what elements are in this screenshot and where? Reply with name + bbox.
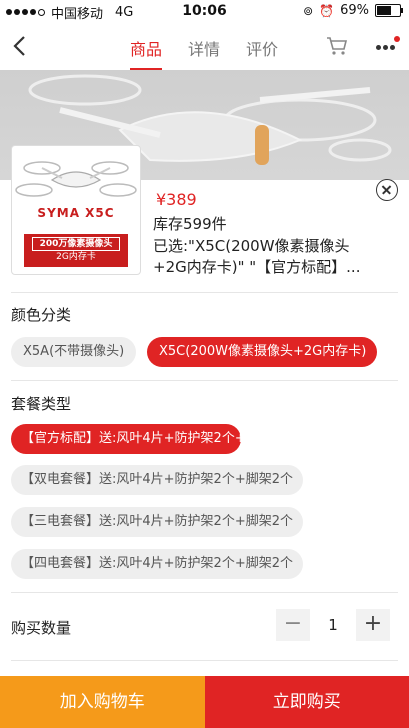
divider (11, 380, 398, 381)
battery-icon (375, 4, 403, 17)
increase-quantity-button[interactable]: + (356, 609, 390, 641)
product-price: ¥389 (156, 190, 197, 209)
color-section-title: 颜色分类 (11, 306, 72, 324)
divider (11, 592, 398, 593)
status-bar: 中国移动 4G 10:06 ⊚ ⏰ 69% (0, 0, 409, 22)
close-icon[interactable] (376, 179, 398, 201)
decrease-quantity-button[interactable]: − (276, 609, 310, 641)
divider (11, 660, 398, 661)
tab-reviews[interactable]: 评价 (246, 36, 278, 70)
selected-options: 已选:"X5C(200W像素摄像头+2G内存卡)" "【官方标配】... (153, 237, 361, 276)
add-to-cart-button[interactable]: 加入购物车 (0, 676, 205, 728)
status-right: ⊚ ⏰ 69% (303, 3, 403, 18)
bottom-action-bar: 加入购物车 立即购买 (0, 676, 409, 728)
quantity-label: 购买数量 (11, 619, 72, 637)
package-option-double-battery[interactable]: 【双电套餐】送:风叶4片+防护架2个+脚架2个 (11, 465, 303, 495)
color-option-x5c[interactable]: X5C(200W像素摄像头+2G内存卡) (147, 337, 377, 367)
top-navigation: 商品 详情 评价 (0, 22, 409, 70)
drone-thumbnail-image (15, 161, 137, 197)
tab-details[interactable]: 详情 (188, 36, 220, 70)
package-option-triple-battery[interactable]: 【三电套餐】送:风叶4片+防护架2个+脚架2个 (11, 507, 303, 537)
cart-icon[interactable] (325, 34, 349, 58)
thumbnail-banner-line2: 2G内存卡 (56, 252, 96, 262)
thumbnail-banner-line1: 200万像素摄像头 (32, 237, 120, 251)
tab-bar: 商品 详情 评价 (130, 36, 278, 70)
more-menu-icon[interactable] (374, 36, 400, 56)
tab-product[interactable]: 商品 (130, 36, 163, 70)
package-option-official[interactable]: 【官方标配】送:风叶4片+防护架2个+脚架2个 (11, 424, 293, 454)
buy-now-button[interactable]: 立即购买 (204, 676, 409, 728)
quantity-value[interactable]: 1 (310, 616, 356, 634)
battery-percent: 69% (340, 3, 369, 18)
thumbnail-model-name: SYMA X5C (37, 206, 115, 220)
lock-rotation-icon: ⊚ (303, 3, 314, 18)
color-option-x5a[interactable]: X5A(不带摄像头) (11, 337, 137, 367)
thumbnail-banner: 200万像素摄像头 2G内存卡 (24, 234, 128, 267)
package-option-quad-battery[interactable]: 【四电套餐】送:风叶4片+防护架2个+脚架2个 (11, 549, 303, 579)
package-section-title: 套餐类型 (11, 395, 72, 413)
product-thumbnail: SYMA X5C 200万像素摄像头 2G内存卡 (11, 145, 141, 275)
quantity-stepper: − 1 + (276, 609, 390, 641)
alarm-icon: ⏰ (319, 3, 335, 18)
divider (11, 292, 398, 293)
stock-count: 库存599件 (153, 215, 227, 233)
back-arrow-icon[interactable] (10, 34, 30, 58)
notification-dot (394, 36, 400, 42)
